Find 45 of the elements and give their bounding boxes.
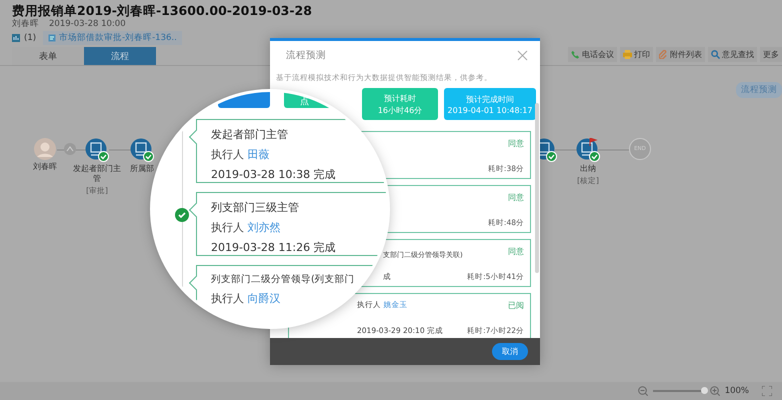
step-executor: 执行人 向爵汉 (211, 291, 280, 306)
summary-label: 预计耗时 (384, 92, 416, 104)
toolbar-button[interactable]: 意见查找 (708, 47, 757, 62)
search-icon (711, 50, 720, 59)
avatar (34, 138, 56, 160)
author-name: 刘春晖 (12, 19, 39, 30)
close-icon[interactable] (517, 50, 528, 60)
node-label: 刘春晖 (32, 162, 58, 172)
step-title: 列支部门二级分管领导(列支部门 (211, 273, 355, 286)
toolbar-button[interactable]: 更多 (760, 47, 782, 62)
toolbar-button[interactable]: 附件列表 (656, 47, 705, 62)
step-executor: 执行人 田薇 (211, 147, 270, 162)
created-time: 2019-03-28 10:00 (49, 19, 126, 30)
toolbar-button[interactable]: 电话会议 (568, 47, 617, 62)
phone-icon (571, 50, 580, 59)
summary-value: 2019-04-01 10:48:17 (448, 106, 532, 114)
paperclip-icon (659, 50, 668, 59)
scrollbar[interactable] (535, 103, 539, 273)
zoom-out-icon[interactable] (638, 386, 648, 396)
step-title: 发起者部门主管 (211, 127, 288, 142)
step-status: 同意 (508, 246, 524, 257)
step-status: 同意 (508, 138, 524, 149)
step-title: 列支部门三级主管 (211, 200, 299, 215)
zoom-level: 100% (724, 386, 749, 396)
tab[interactable]: 流程 (84, 47, 156, 65)
cancel-button[interactable]: 取消 (492, 343, 528, 360)
step-time: 2019-03-28 11:26 完成 (211, 240, 336, 255)
dialog-title: 流程预测 (286, 48, 326, 62)
step-executor: 执行人 刘亦然 (211, 220, 280, 235)
document-title: 费用报销单2019-刘春晖-13600.00-2019-03-28 (12, 3, 313, 18)
step-status: 同意 (508, 192, 524, 203)
document-icon (48, 34, 56, 42)
summary-label: 预计完成时间 (466, 94, 514, 104)
fit-screen-icon[interactable] (762, 386, 772, 396)
step-status: 已阅 (508, 300, 524, 311)
step-time: 2019-03-28 10:38 完成 (211, 167, 336, 182)
node-label: 发起者部门主管 (72, 164, 122, 184)
toolbar-button[interactable]: 打印 (620, 47, 653, 62)
gateway-icon (64, 143, 76, 155)
node-label: 出纳 (579, 164, 597, 174)
summary-value: 16小时46分 (378, 104, 422, 116)
printer-icon (623, 50, 632, 59)
attachment-count: (1) (24, 33, 36, 43)
attachment-icon (12, 34, 20, 42)
zoom-in-icon[interactable] (710, 386, 720, 396)
